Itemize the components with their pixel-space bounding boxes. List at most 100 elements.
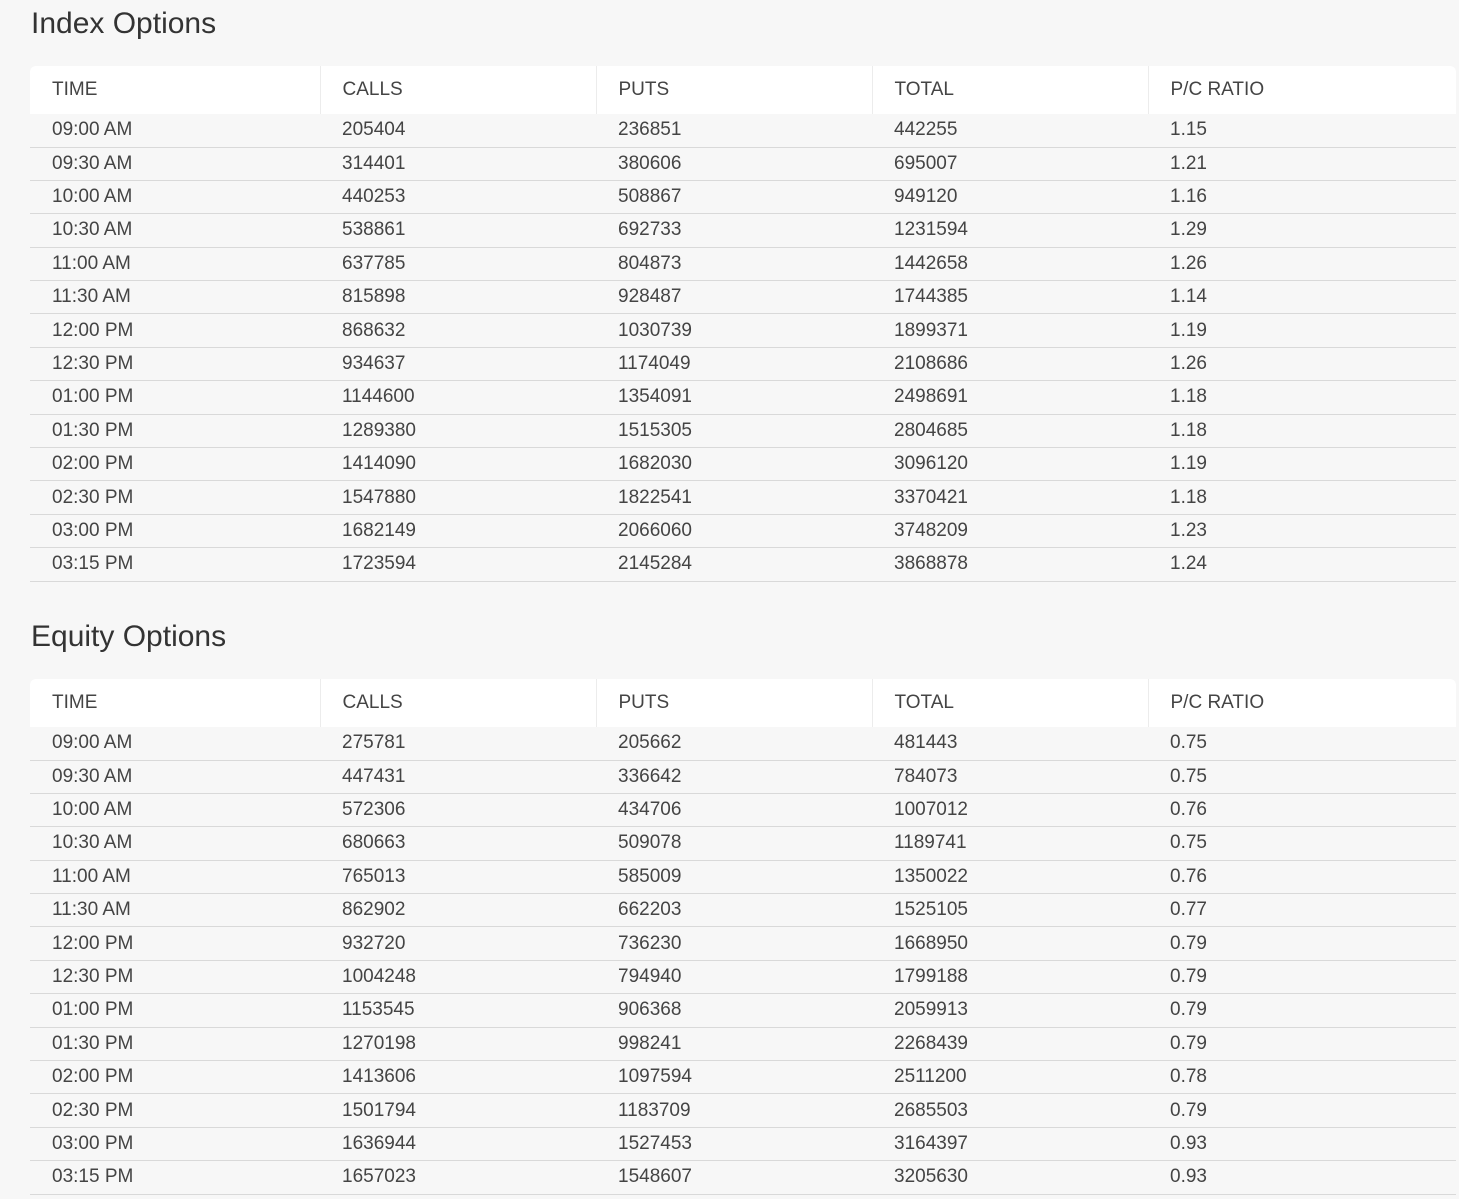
cell-puts: 1174049	[596, 347, 872, 382]
page: Index Options TIME CALLS PUTS TOTAL P/C …	[0, 0, 1459, 1199]
cell-puts: 928487	[596, 280, 872, 315]
cell-time: 10:00 AM	[30, 180, 320, 215]
cell-puts: 434706	[596, 793, 872, 828]
cell-time: 12:00 PM	[30, 926, 320, 961]
equity-options-title: Equity Options	[31, 620, 227, 653]
cell-time: 01:30 PM	[30, 1027, 320, 1062]
cell-puts: 509078	[596, 826, 872, 861]
column-header-puts: PUTS	[595, 66, 872, 114]
cell-calls: 1723594	[320, 547, 596, 582]
cell-total: 1231594	[872, 213, 1148, 248]
cell-time: 02:00 PM	[30, 1060, 320, 1095]
cell-time: 03:15 PM	[30, 1160, 320, 1195]
cell-pc-ratio: 1.18	[1148, 414, 1456, 449]
table-row: 03:15 PM 1657023 1548607 3205630 0.93	[30, 1160, 1456, 1195]
table-row: 01:00 PM 1153545 906368 2059913 0.79	[30, 993, 1456, 1028]
cell-calls: 205404	[320, 114, 596, 148]
cell-pc-ratio: 1.26	[1148, 247, 1456, 282]
cell-calls: 275781	[320, 727, 596, 761]
cell-puts: 998241	[596, 1027, 872, 1062]
table-row: 01:00 PM 1144600 1354091 2498691 1.18	[30, 380, 1456, 415]
cell-pc-ratio: 0.79	[1148, 960, 1456, 995]
equity-options-table: TIME CALLS PUTS TOTAL P/C RATIO 09:00 AM…	[30, 679, 1456, 1195]
cell-puts: 1097594	[596, 1060, 872, 1095]
cell-calls: 868632	[320, 313, 596, 348]
table-row: 02:00 PM 1414090 1682030 3096120 1.19	[30, 447, 1456, 482]
cell-time: 01:00 PM	[30, 993, 320, 1028]
cell-calls: 862902	[320, 893, 596, 928]
table-row: 01:30 PM 1270198 998241 2268439 0.79	[30, 1027, 1456, 1062]
cell-puts: 336642	[596, 760, 872, 794]
cell-calls: 1413606	[320, 1060, 596, 1095]
table-row: 11:30 AM 815898 928487 1744385 1.14	[30, 280, 1456, 315]
cell-pc-ratio: 1.16	[1148, 180, 1456, 215]
cell-pc-ratio: 1.19	[1148, 313, 1456, 348]
cell-total: 1744385	[872, 280, 1148, 315]
cell-puts: 736230	[596, 926, 872, 961]
cell-calls: 538861	[320, 213, 596, 248]
table-row: 10:00 AM 440253 508867 949120 1.16	[30, 180, 1456, 215]
index-options-table: TIME CALLS PUTS TOTAL P/C RATIO 09:00 AM…	[30, 66, 1456, 582]
column-header-puts: PUTS	[595, 679, 872, 727]
cell-total: 3205630	[872, 1160, 1148, 1195]
table-row: 09:30 AM 314401 380606 695007 1.21	[30, 147, 1456, 181]
index-options-table-body: 09:00 AM 205404 236851 442255 1.15 09:30 AM 31…	[30, 114, 1456, 582]
cell-pc-ratio: 1.21	[1148, 147, 1456, 181]
cell-total: 2108686	[872, 347, 1148, 382]
cell-calls: 1414090	[320, 447, 596, 482]
table-row: 03:00 PM 1636944 1527453 3164397 0.93	[30, 1127, 1456, 1162]
cell-total: 3370421	[872, 480, 1148, 515]
cell-time: 10:30 AM	[30, 213, 320, 248]
cell-time: 09:00 AM	[30, 114, 320, 148]
cell-total: 1442658	[872, 247, 1148, 282]
equity-options-table-body: 09:00 AM 275781 205662 481443 0.75 09:30 AM 44…	[30, 727, 1456, 1195]
cell-calls: 1547880	[320, 480, 596, 515]
cell-calls: 932720	[320, 926, 596, 961]
cell-calls: 1682149	[320, 514, 596, 549]
cell-pc-ratio: 0.79	[1148, 1093, 1456, 1128]
cell-pc-ratio: 1.29	[1148, 213, 1456, 248]
cell-calls: 1270198	[320, 1027, 596, 1062]
table-row: 09:00 AM 275781 205662 481443 0.75	[30, 727, 1456, 761]
cell-puts: 2066060	[596, 514, 872, 549]
cell-puts: 906368	[596, 993, 872, 1028]
cell-time: 09:30 AM	[30, 147, 320, 181]
cell-puts: 585009	[596, 860, 872, 895]
cell-total: 1668950	[872, 926, 1148, 961]
cell-calls: 572306	[320, 793, 596, 828]
cell-total: 2268439	[872, 1027, 1148, 1062]
cell-calls: 1636944	[320, 1127, 596, 1162]
table-row: 10:00 AM 572306 434706 1007012 0.76	[30, 793, 1456, 828]
cell-calls: 447431	[320, 760, 596, 794]
cell-calls: 1657023	[320, 1160, 596, 1195]
column-header-total: TOTAL	[871, 679, 1148, 727]
cell-total: 2498691	[872, 380, 1148, 415]
table-row: 12:00 PM 932720 736230 1668950 0.79	[30, 926, 1456, 961]
cell-pc-ratio: 0.93	[1148, 1127, 1456, 1162]
table-row: 12:30 PM 1004248 794940 1799188 0.79	[30, 960, 1456, 995]
cell-time: 11:00 AM	[30, 860, 320, 895]
cell-puts: 2145284	[596, 547, 872, 582]
cell-calls: 680663	[320, 826, 596, 861]
cell-total: 2804685	[872, 414, 1148, 449]
cell-time: 10:00 AM	[30, 793, 320, 828]
cell-pc-ratio: 0.75	[1148, 727, 1456, 761]
cell-pc-ratio: 0.77	[1148, 893, 1456, 928]
cell-total: 784073	[872, 760, 1148, 794]
cell-pc-ratio: 0.79	[1148, 1027, 1456, 1062]
cell-puts: 1354091	[596, 380, 872, 415]
cell-total: 3748209	[872, 514, 1148, 549]
cell-time: 03:15 PM	[30, 547, 320, 582]
cell-time: 09:30 AM	[30, 760, 320, 794]
cell-time: 03:00 PM	[30, 1127, 320, 1162]
table-row: 02:30 PM 1547880 1822541 3370421 1.18	[30, 480, 1456, 515]
cell-puts: 1682030	[596, 447, 872, 482]
cell-total: 481443	[872, 727, 1148, 761]
cell-pc-ratio: 0.78	[1148, 1060, 1456, 1095]
cell-calls: 815898	[320, 280, 596, 315]
cell-pc-ratio: 1.19	[1148, 447, 1456, 482]
cell-puts: 1030739	[596, 313, 872, 348]
cell-total: 1350022	[872, 860, 1148, 895]
cell-pc-ratio: 1.23	[1148, 514, 1456, 549]
cell-total: 1899371	[872, 313, 1148, 348]
